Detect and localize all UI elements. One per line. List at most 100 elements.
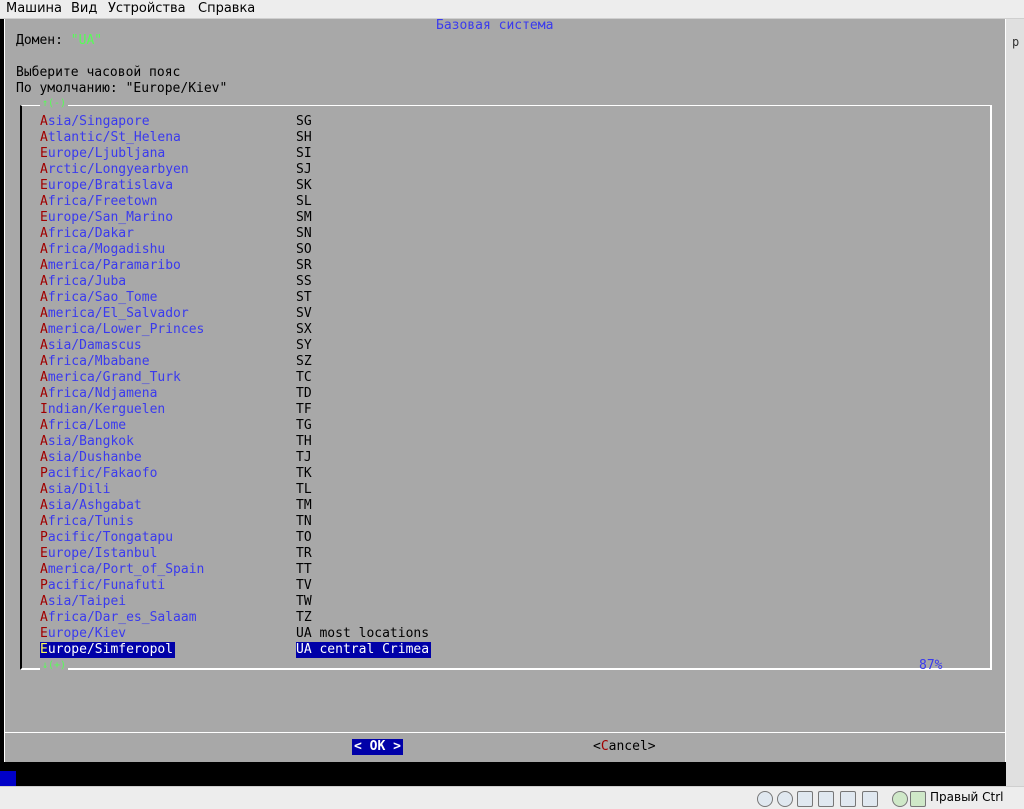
text-cursor: [0, 771, 16, 786]
timezone-name: Africa/Sao_Tome: [40, 290, 158, 305]
timezone-name: Europe/Kiev: [40, 626, 127, 641]
timezone-name: America/Paramaribo: [40, 258, 181, 273]
country-code: TF: [296, 402, 312, 417]
country-code: ST: [296, 290, 312, 305]
guest-screen: p Базовая система Домен: "UA" Выберите ч…: [0, 19, 1024, 786]
menu-devices[interactable]: Устройства: [108, 1, 186, 16]
dialog-title: Базовая система: [433, 19, 557, 34]
timezone-name: Africa/Tunis: [40, 514, 134, 529]
country-code: TJ: [296, 450, 312, 465]
country-code: SS: [296, 274, 312, 289]
timezone-name: Pacific/Fakaofo: [40, 466, 158, 481]
timezone-name: Pacific/Funafuti: [40, 578, 166, 593]
cancel-label: ancel: [608, 739, 648, 754]
timezone-name: Africa/Ndjamena: [40, 386, 158, 401]
country-code: TW: [296, 594, 312, 609]
background-window-strip: p: [1006, 19, 1024, 786]
country-code: SJ: [296, 162, 312, 177]
timezone-name: Africa/Freetown: [40, 194, 158, 209]
network-icon[interactable]: [818, 791, 834, 807]
country-code: TH: [296, 434, 312, 449]
timezone-name: America/Port_of_Spain: [40, 562, 205, 577]
hard-disk-icon[interactable]: [757, 791, 773, 807]
timezone-name: Asia/Damascus: [40, 338, 142, 353]
country-code: TO: [296, 530, 312, 545]
country-code: SM: [296, 210, 312, 225]
domain-line: Домен: "UA": [16, 33, 102, 49]
timezone-name: America/Grand_Turk: [40, 370, 181, 385]
country-code: TZ: [296, 610, 312, 625]
timezone-name: Pacific/Tongatapu: [40, 530, 174, 545]
host-statusbar: Правый Ctrl: [0, 786, 1024, 809]
keyboard-capture-icon[interactable]: [910, 791, 926, 807]
country-code: TC: [296, 370, 312, 385]
timezone-name: Asia/Singapore: [40, 114, 150, 129]
timezone-name: America/Lower_Princes: [40, 322, 205, 337]
host-menubar: Машина Вид Устройства Справка: [0, 0, 1024, 19]
timezone-name: Asia/Dushanbe: [40, 450, 142, 465]
country-code: SR: [296, 258, 312, 273]
timezone-name: Africa/Dakar: [40, 226, 134, 241]
ok-button[interactable]: < OK >: [352, 739, 403, 755]
country-code: SY: [296, 338, 312, 353]
timezone-dialog: Базовая система Домен: "UA" Выберите час…: [4, 19, 1006, 762]
timezone-name: Europe/Istanbul: [40, 546, 158, 561]
country-code: SX: [296, 322, 312, 337]
country-code: TN: [296, 514, 312, 529]
country-code: SZ: [296, 354, 312, 369]
country-code: TG: [296, 418, 312, 433]
timezone-name: Asia/Taipei: [40, 594, 127, 609]
timezone-name: Indian/Kerguelen: [40, 402, 166, 417]
menu-machine[interactable]: Машина: [6, 1, 62, 16]
button-separator: [5, 732, 1005, 733]
timezone-name: Europe/Ljubljana: [40, 146, 166, 161]
timezone-name: Atlantic/St_Helena: [40, 130, 181, 145]
timezone-name: Europe/Simferopol: [40, 642, 176, 658]
timezone-name: Arctic/Longyearbyen: [40, 162, 189, 177]
default-label: По умолчанию:: [16, 81, 126, 96]
country-code: SL: [296, 194, 312, 209]
country-code: TL: [296, 482, 312, 497]
country-code: SO: [296, 242, 312, 257]
capture-icon[interactable]: [892, 791, 908, 807]
domain-label: Домен:: [16, 33, 71, 48]
usb-icon[interactable]: [797, 791, 813, 807]
cancel-hotkey: C: [600, 739, 609, 754]
country-code: UA central Crimea: [296, 642, 432, 658]
menu-help[interactable]: Справка: [198, 1, 255, 16]
country-code: SI: [296, 146, 312, 161]
timezone-name: Africa/Dar_es_Salaam: [40, 610, 197, 625]
country-code: UA most locations: [296, 626, 430, 641]
timezone-name: Asia/Bangkok: [40, 434, 134, 449]
timezone-name: Africa/Juba: [40, 274, 127, 289]
timezone-name: Africa/Mbabane: [40, 354, 150, 369]
scroll-up-indicator[interactable]: ↑(-): [40, 98, 69, 110]
timezone-name: Africa/Lome: [40, 418, 127, 433]
prompt-text: Выберите часовой пояс: [16, 65, 181, 80]
host-key-label: Правый Ctrl: [930, 790, 1004, 804]
scroll-down-indicator[interactable]: ↓(+): [40, 660, 69, 672]
ok-label: OK: [369, 739, 386, 754]
shared-folders-icon[interactable]: [840, 791, 856, 807]
country-code: TK: [296, 466, 312, 481]
default-line: По умолчанию: "Europe/Kiev": [16, 81, 227, 97]
timezone-name: Africa/Mogadishu: [40, 242, 166, 257]
country-code: SN: [296, 226, 312, 241]
country-code: TD: [296, 386, 312, 401]
country-code: TV: [296, 578, 312, 593]
cancel-button[interactable]: <Cancel>: [593, 739, 656, 755]
menu-view[interactable]: Вид: [71, 1, 97, 16]
domain-value: "UA": [70, 33, 103, 48]
country-code: TM: [296, 498, 312, 513]
country-code: SH: [296, 130, 312, 145]
timezone-name: Europe/Bratislava: [40, 178, 174, 193]
timezone-listbox[interactable]: Asia/Singapore SG Atlantic/St_Helena SH Euro…: [20, 105, 992, 670]
optical-drive-icon[interactable]: [777, 791, 793, 807]
country-code: SK: [296, 178, 312, 193]
timezone-name: Asia/Ashgabat: [40, 498, 142, 513]
country-code: SG: [296, 114, 312, 129]
background-window-text: p: [1012, 35, 1020, 49]
timezone-name: Asia/Dili: [40, 482, 111, 497]
scroll-percent: 87%: [919, 658, 943, 673]
display-icon[interactable]: [862, 791, 878, 807]
